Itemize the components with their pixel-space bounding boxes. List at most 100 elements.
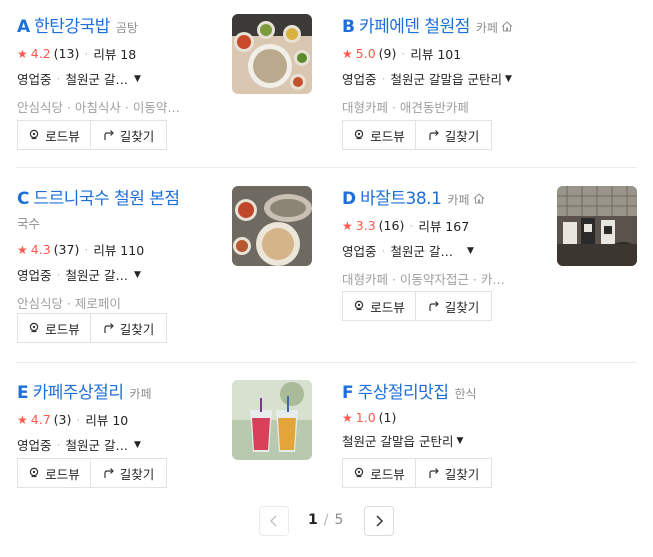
roadview-icon — [30, 322, 39, 333]
noodle-photo-image — [232, 186, 312, 266]
directions-icon — [429, 130, 439, 140]
caret-down-icon[interactable]: ▼ — [456, 436, 463, 446]
caret-down-icon[interactable]: ▼ — [467, 246, 474, 256]
action-buttons: 로드뷰 길찾기 — [342, 458, 492, 488]
marker-letter: A — [17, 17, 31, 37]
place-category: 카페 — [475, 21, 498, 35]
address: 철원군 갈… — [65, 72, 128, 87]
address: 철원군 갈말읍 군탄리 — [390, 72, 502, 87]
chevron-left-icon — [269, 515, 277, 527]
next-page-button[interactable] — [364, 506, 394, 536]
roadview-button[interactable]: 로드뷰 — [342, 458, 416, 488]
directions-label: 길찾기 — [444, 128, 480, 144]
place-photo[interactable] — [232, 14, 312, 94]
directions-label: 길찾기 — [119, 321, 155, 337]
star-icon: ★ — [17, 242, 28, 257]
place-photo[interactable] — [232, 380, 312, 460]
rating-score: 1.0 — [355, 410, 376, 425]
business-status: 영업중 — [342, 244, 377, 259]
total-pages: 5 — [334, 512, 344, 528]
action-buttons: 로드뷰 길찾기 — [17, 313, 167, 343]
star-icon: ★ — [342, 410, 353, 425]
roadview-icon — [30, 129, 39, 140]
roadview-button[interactable]: 로드뷰 — [342, 120, 416, 150]
directions-button[interactable]: 길찾기 — [91, 458, 167, 488]
rating-count: (16) — [378, 218, 405, 233]
separator-dot: · — [84, 242, 89, 257]
separator-dot: · — [401, 46, 406, 61]
directions-button[interactable]: 길찾기 — [416, 458, 492, 488]
rating-count: (9) — [378, 46, 397, 61]
directions-icon — [429, 301, 439, 311]
action-buttons: 로드뷰 길찾기 — [342, 291, 492, 321]
place-name[interactable]: 한탄강국밥 — [34, 12, 110, 37]
marker-letter: F — [342, 383, 354, 403]
place-name[interactable]: 카페주상절리 — [33, 378, 124, 403]
place-name[interactable]: 바잘트38.1 — [360, 184, 442, 209]
rating-score: 4.2 — [30, 46, 51, 61]
marker-letter: E — [17, 383, 29, 403]
caret-down-icon[interactable]: ▼ — [134, 270, 141, 280]
roadview-label: 로드뷰 — [45, 466, 80, 482]
star-icon: ★ — [342, 218, 353, 233]
business-status: 영업중 — [17, 268, 52, 283]
marker-letter: C — [17, 189, 30, 209]
directions-label: 길찾기 — [444, 466, 480, 482]
review-count[interactable]: 리뷰 18 — [93, 44, 136, 63]
prev-page-button[interactable] — [259, 506, 289, 536]
business-status: 영업중 — [17, 72, 52, 87]
place-photo[interactable] — [232, 186, 312, 266]
directions-icon — [104, 130, 114, 140]
directions-label: 길찾기 — [119, 128, 155, 144]
rating-count: (3) — [53, 412, 72, 427]
business-status: 영업중 — [342, 72, 377, 87]
page-indicator: 1 / 5 — [308, 512, 343, 528]
directions-button[interactable]: 길찾기 — [416, 120, 492, 150]
roadview-label: 로드뷰 — [370, 299, 405, 315]
caret-down-icon[interactable]: ▼ — [134, 440, 141, 450]
place-name[interactable]: 주상절리맛집 — [358, 378, 449, 403]
place-category: 한식 — [454, 387, 477, 401]
review-count[interactable]: 리뷰 10 — [85, 410, 128, 429]
directions-icon — [104, 323, 114, 333]
pagination: 1 / 5 — [0, 506, 653, 536]
caret-down-icon[interactable]: ▼ — [505, 74, 512, 84]
separator-dot: · — [381, 243, 386, 258]
action-buttons: 로드뷰 길찾기 — [17, 458, 167, 488]
action-buttons: 로드뷰 길찾기 — [17, 120, 167, 150]
rating-count: (1) — [378, 410, 397, 425]
place-name[interactable]: 드르니국수 철원 본점 — [33, 184, 180, 209]
place-tags: 대형카페 · 애견동반카페 — [342, 100, 469, 115]
separator-dot: · — [381, 71, 386, 86]
place-card-f: F 주상절리맛집 한식 ★ 1.0 (1) 철원군 갈말읍 군탄리 ▼ — [342, 378, 642, 450]
review-count[interactable]: 리뷰 110 — [93, 240, 144, 259]
separator-dot: · — [409, 218, 414, 233]
place-card-b: B 카페에덴 철원점 카페 ★ 5.0 (9) · 리뷰 101 영업중 · 철… — [342, 12, 642, 116]
rating-count: (13) — [53, 46, 80, 61]
place-category: 곰탕 — [115, 21, 138, 35]
separator-dot: · — [76, 412, 81, 427]
rating-score: 5.0 — [355, 46, 376, 61]
roadview-button[interactable]: 로드뷰 — [17, 313, 91, 343]
directions-icon — [429, 468, 439, 478]
chevron-right-icon — [376, 515, 384, 527]
directions-button[interactable]: 길찾기 — [91, 313, 167, 343]
roadview-button[interactable]: 로드뷰 — [17, 458, 91, 488]
directions-label: 길찾기 — [444, 299, 480, 315]
directions-button[interactable]: 길찾기 — [416, 291, 492, 321]
roadview-label: 로드뷰 — [370, 466, 405, 482]
place-photo[interactable] — [557, 186, 637, 266]
review-count[interactable]: 리뷰 167 — [418, 216, 469, 235]
place-tags: 대형카페 · 이동약자접근 · 카… — [342, 272, 505, 287]
review-count[interactable]: 리뷰 101 — [410, 44, 461, 63]
marker-letter: D — [342, 189, 357, 209]
place-category: 카페 — [447, 193, 470, 207]
address: 철원군 갈… — [65, 438, 128, 453]
place-name[interactable]: 카페에덴 철원점 — [359, 12, 470, 37]
directions-button[interactable]: 길찾기 — [91, 120, 167, 150]
caret-down-icon[interactable]: ▼ — [134, 74, 141, 84]
roadview-button[interactable]: 로드뷰 — [342, 291, 416, 321]
roadview-button[interactable]: 로드뷰 — [17, 120, 91, 150]
star-icon: ★ — [17, 412, 28, 427]
roadview-label: 로드뷰 — [45, 128, 80, 144]
